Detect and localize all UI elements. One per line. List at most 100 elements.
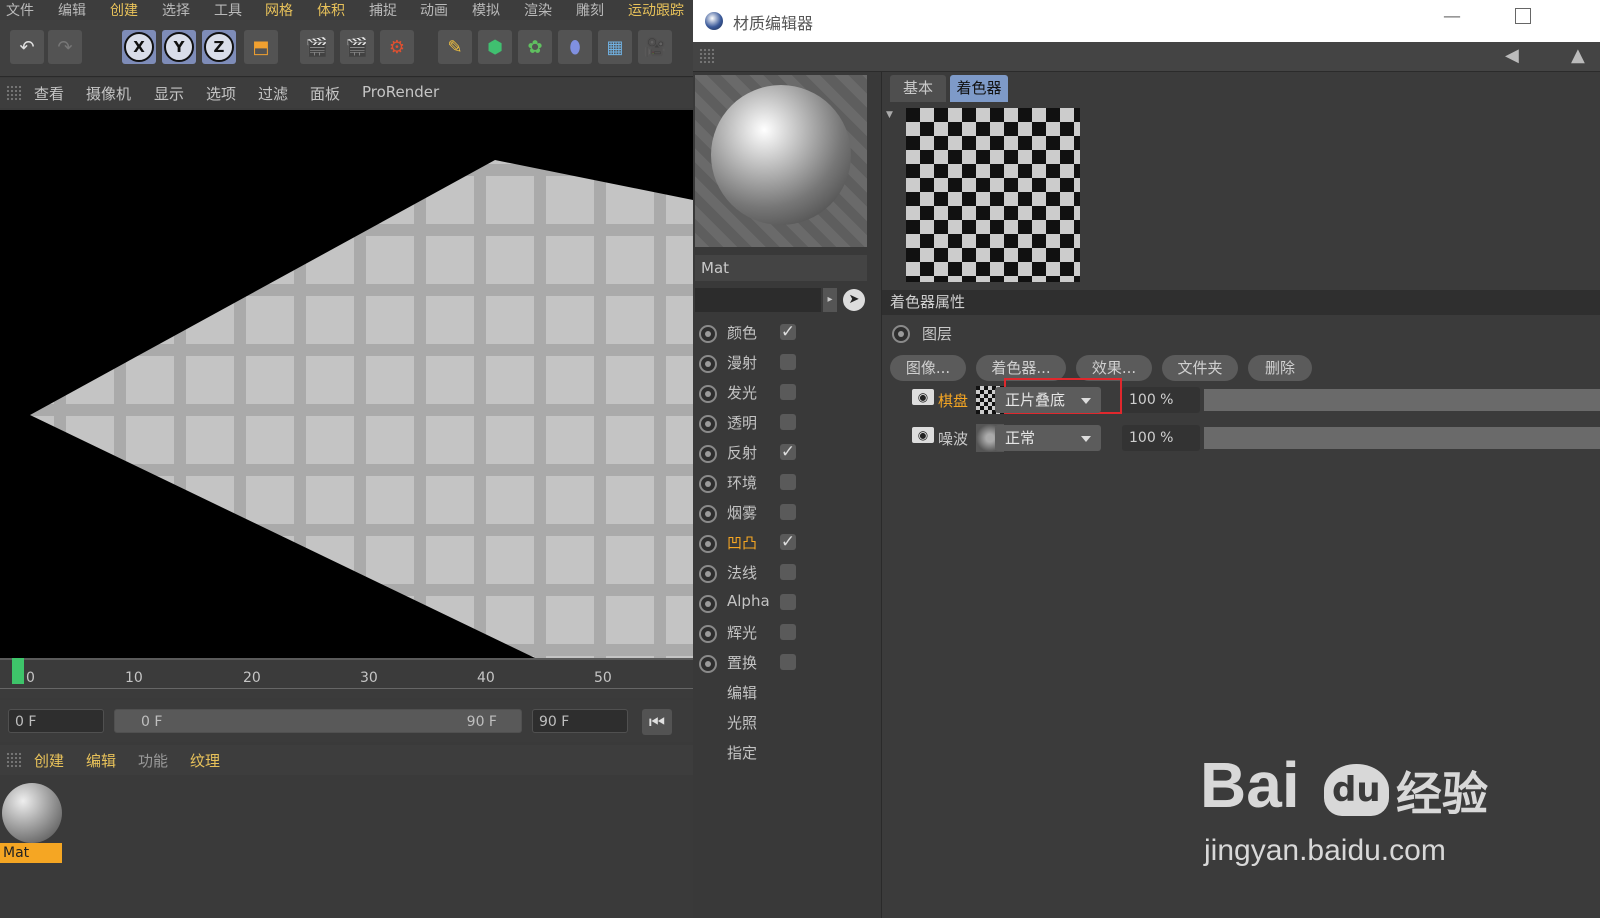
grip-handle-icon[interactable] bbox=[6, 85, 22, 101]
channel-checkbox[interactable] bbox=[780, 564, 796, 580]
menu-simulate[interactable]: 模拟 bbox=[472, 0, 500, 20]
collapse-arrow-icon[interactable]: ▼ bbox=[886, 110, 893, 120]
channel-diffusion[interactable]: 漫射 bbox=[693, 349, 881, 379]
channel-checkbox[interactable] bbox=[780, 624, 796, 640]
channel-transparency[interactable]: 透明 bbox=[693, 409, 881, 439]
blend-mode-dropdown[interactable]: 正常 bbox=[995, 425, 1101, 451]
menu-animate[interactable]: 动画 bbox=[420, 0, 448, 20]
menu-file[interactable]: 文件 bbox=[6, 0, 34, 20]
camera-object-icon[interactable]: 🎥 bbox=[638, 30, 672, 64]
render-view-icon[interactable]: 🎬 bbox=[300, 30, 334, 64]
end-frame-field[interactable]: 90 F bbox=[532, 709, 628, 733]
material-menu-edit[interactable]: 编辑 bbox=[86, 750, 116, 771]
nav-back-icon[interactable]: ◀ bbox=[1505, 45, 1519, 66]
channel-displacement[interactable]: 置换 bbox=[693, 649, 881, 679]
menu-select[interactable]: 选择 bbox=[162, 0, 190, 20]
go-to-start-icon[interactable]: ⏮ bbox=[642, 709, 672, 735]
playhead[interactable] bbox=[12, 658, 24, 684]
tab-shader[interactable]: 着色器 bbox=[950, 75, 1008, 102]
channel-checkbox[interactable] bbox=[780, 504, 796, 520]
filter-arrow-icon[interactable]: ▸ bbox=[823, 288, 837, 312]
visibility-eye-icon[interactable]: ◉ bbox=[912, 427, 934, 443]
viewport-menu-panel[interactable]: 面板 bbox=[310, 83, 340, 104]
section-illumination[interactable]: 光照 bbox=[693, 709, 881, 739]
channel-fog[interactable]: 烟雾 bbox=[693, 499, 881, 529]
channel-checkbox[interactable] bbox=[780, 654, 796, 670]
z-axis-lock-button[interactable]: Z bbox=[202, 30, 236, 64]
floor-object-icon[interactable]: ▦ bbox=[598, 30, 632, 64]
delete-button[interactable]: 删除 bbox=[1248, 355, 1312, 381]
viewport-menu-filter[interactable]: 过滤 bbox=[258, 83, 288, 104]
menu-create[interactable]: 创建 bbox=[110, 0, 138, 20]
layer-radio-icon[interactable] bbox=[892, 325, 910, 343]
subdivision-icon[interactable]: ✿ bbox=[518, 30, 552, 64]
menu-snap[interactable]: 捕捉 bbox=[369, 0, 397, 20]
viewport-menu-display[interactable]: 显示 bbox=[154, 83, 184, 104]
channel-checkbox[interactable] bbox=[780, 594, 796, 610]
opacity-slider[interactable] bbox=[1204, 389, 1600, 411]
channel-checkbox[interactable]: ✓ bbox=[780, 324, 796, 341]
menu-tools[interactable]: 工具 bbox=[214, 0, 242, 20]
channel-checkbox[interactable] bbox=[780, 414, 796, 430]
x-axis-lock-button[interactable]: X bbox=[122, 30, 156, 64]
menu-sculpt[interactable]: 雕刻 bbox=[576, 0, 604, 20]
channel-checkbox[interactable] bbox=[780, 474, 796, 490]
channel-glow[interactable]: 辉光 bbox=[693, 619, 881, 649]
frame-range-slider[interactable]: 0 F 90 F bbox=[114, 709, 522, 733]
channel-reflectance[interactable]: 反射 ✓ bbox=[693, 439, 881, 469]
channel-checkbox[interactable] bbox=[780, 354, 796, 370]
material-menu-texture[interactable]: 纹理 bbox=[190, 750, 220, 771]
channel-alpha[interactable]: Alpha bbox=[693, 589, 881, 619]
viewport-menu-options[interactable]: 选项 bbox=[206, 83, 236, 104]
channel-normal[interactable]: 法线 bbox=[693, 559, 881, 589]
viewport-menu-prorender[interactable]: ProRender bbox=[362, 83, 439, 101]
layer-row-checkerboard[interactable]: ◉ 棋盘 正片叠底 100 % bbox=[882, 378, 1600, 417]
material-name-field[interactable]: Mat bbox=[695, 255, 867, 281]
minimize-icon[interactable]: — bbox=[1443, 6, 1461, 27]
undo-icon[interactable]: ↶ bbox=[10, 30, 44, 64]
menu-render[interactable]: 渲染 bbox=[524, 0, 552, 20]
tab-basic[interactable]: 基本 bbox=[890, 75, 946, 102]
viewport-menu-view[interactable]: 查看 bbox=[34, 83, 64, 104]
image-button[interactable]: 图像... bbox=[890, 355, 966, 381]
layer-row-noise[interactable]: ◉ 噪波 正常 100 % bbox=[882, 421, 1600, 455]
channel-luminance[interactable]: 发光 bbox=[693, 379, 881, 409]
redo-icon[interactable]: ↷ bbox=[48, 30, 82, 64]
material-menu-function[interactable]: 功能 bbox=[138, 750, 168, 771]
pointer-icon[interactable]: ➤ bbox=[843, 289, 865, 311]
current-frame-field[interactable]: 0 F bbox=[8, 709, 104, 733]
layer-name[interactable]: 噪波 bbox=[938, 428, 968, 449]
nav-up-icon[interactable]: ▲ bbox=[1571, 45, 1585, 66]
opacity-slider[interactable] bbox=[1204, 427, 1600, 449]
channel-checkbox[interactable]: ✓ bbox=[780, 534, 796, 551]
channel-filter-field[interactable] bbox=[695, 288, 821, 312]
pen-tool-icon[interactable]: ✎ bbox=[438, 30, 472, 64]
material-label[interactable]: Mat bbox=[0, 843, 62, 863]
material-thumbnail[interactable] bbox=[2, 783, 62, 843]
deformer-icon[interactable]: ⬮ bbox=[558, 30, 592, 64]
opacity-field[interactable]: 100 % bbox=[1122, 387, 1200, 413]
render-picture-viewer-icon[interactable]: 🎬 bbox=[340, 30, 374, 64]
maximize-icon[interactable] bbox=[1515, 8, 1531, 24]
menu-edit[interactable]: 编辑 bbox=[58, 0, 86, 20]
channel-checkbox[interactable] bbox=[780, 384, 796, 400]
layer-name[interactable]: 棋盘 bbox=[938, 390, 968, 411]
visibility-eye-icon[interactable]: ◉ bbox=[912, 389, 934, 405]
grip-handle-icon[interactable] bbox=[6, 752, 22, 768]
grip-handle-icon[interactable] bbox=[699, 48, 715, 64]
material-preview[interactable] bbox=[695, 75, 867, 247]
viewport-menu-camera[interactable]: 摄像机 bbox=[86, 83, 131, 104]
menu-motion-tracking[interactable]: 运动跟踪 bbox=[628, 0, 684, 20]
channel-color[interactable]: 颜色 ✓ bbox=[693, 319, 881, 349]
cube-primitive-icon[interactable]: ⬢ bbox=[478, 30, 512, 64]
opacity-field[interactable]: 100 % bbox=[1122, 425, 1200, 451]
menu-volume[interactable]: 体积 bbox=[317, 0, 345, 20]
coordinate-system-icon[interactable]: ⬒ bbox=[244, 30, 278, 64]
material-menu-create[interactable]: 创建 bbox=[34, 750, 64, 771]
y-axis-lock-button[interactable]: Y bbox=[162, 30, 196, 64]
section-editor[interactable]: 编辑 bbox=[693, 679, 881, 709]
folder-button[interactable]: 文件夹 bbox=[1162, 355, 1238, 381]
channel-environment[interactable]: 环境 bbox=[693, 469, 881, 499]
blend-mode-dropdown[interactable]: 正片叠底 bbox=[995, 387, 1101, 413]
channel-bump[interactable]: 凹凸 ✓ bbox=[693, 529, 881, 559]
